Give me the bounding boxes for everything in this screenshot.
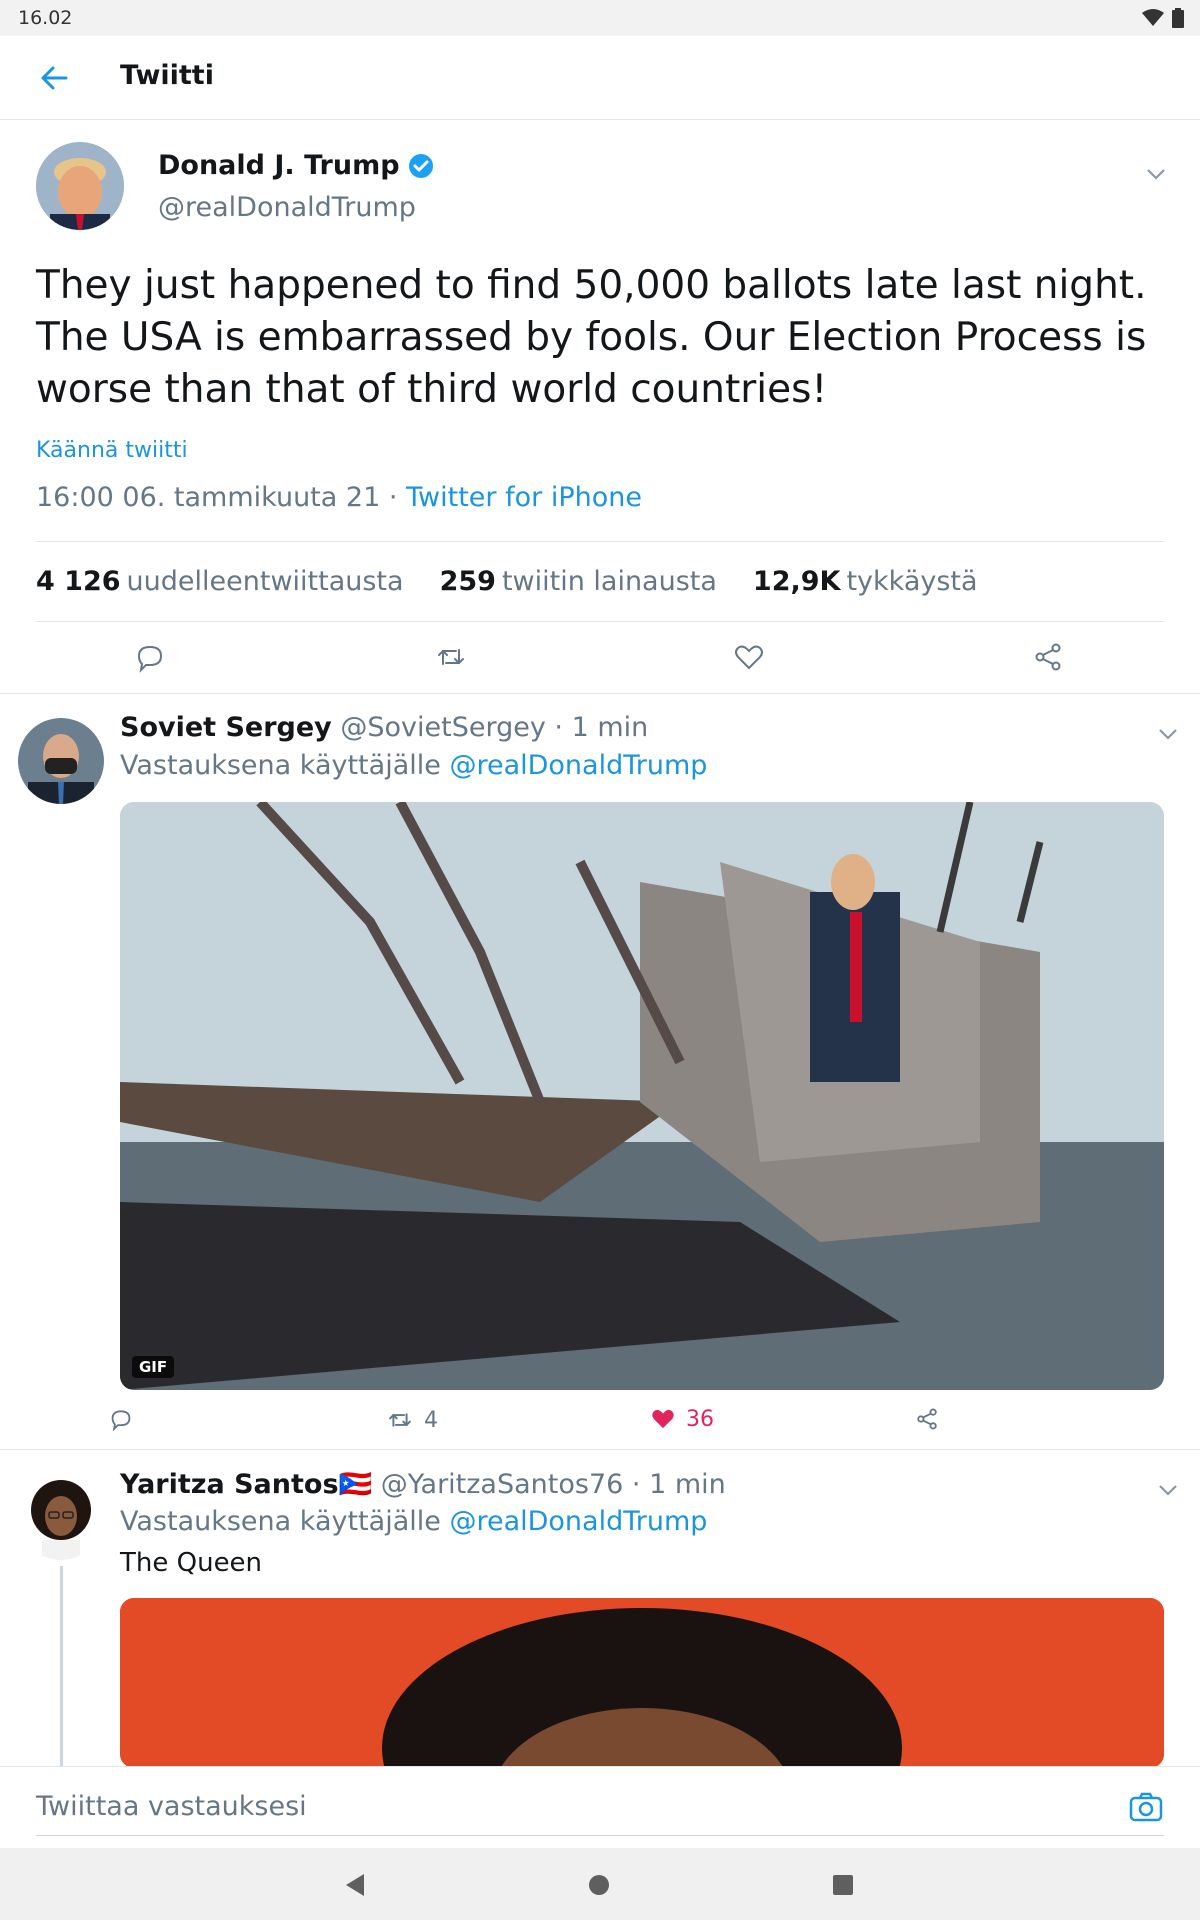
like-icon[interactable] (732, 640, 766, 674)
retweet-action[interactable]: 4 (386, 1406, 438, 1434)
nav-home-icon[interactable] (582, 1868, 616, 1902)
gif-media[interactable]: GIF (120, 802, 1164, 1390)
like-filled-icon (652, 1409, 674, 1429)
status-icons (1142, 8, 1184, 28)
main-tweet-actions (0, 640, 1200, 682)
reply-text: The Queen (120, 1548, 263, 1578)
reply-time: · 1 min (631, 1469, 726, 1500)
like-action[interactable]: 36 (650, 1406, 714, 1432)
wifi-icon (1142, 9, 1164, 26)
share-icon[interactable] (1031, 640, 1065, 674)
author-row: Donald J. Trump (158, 150, 434, 181)
tweet-stats: 4 126 uudelleentwiittausta 259 twiitin lai… (36, 566, 978, 597)
reply-composer[interactable]: Twiittaa vastauksesi (0, 1766, 1200, 1848)
status-bar: 16.02 (0, 0, 1200, 36)
retweets-stat[interactable]: 4 126 uudelleentwiittausta (36, 566, 404, 597)
quotes-count: 259 (439, 566, 496, 597)
gif-badge: GIF (132, 1356, 175, 1378)
divider (36, 621, 1164, 622)
status-time: 16.02 (18, 7, 73, 29)
nav-recents-icon[interactable] (826, 1868, 860, 1902)
battery-icon (1172, 8, 1184, 28)
chevron-down-icon[interactable] (1156, 722, 1180, 746)
share-action[interactable] (914, 1406, 940, 1432)
author-name[interactable]: Donald J. Trump (158, 150, 400, 181)
reply-author-handle[interactable]: @YaritzaSantos76 (381, 1469, 624, 1500)
reply-author-name[interactable]: Yaritza Santos (120, 1469, 339, 1500)
thread-line (60, 1566, 63, 1766)
mention-link[interactable]: @realDonaldTrump (449, 1506, 707, 1537)
reply-author-handle[interactable]: @SovietSergey (340, 712, 545, 743)
reply-header: Yaritza Santos🇵🇷 @YaritzaSantos76 · 1 mi… (120, 1468, 726, 1500)
reply-actions: 4 36 (111, 1406, 1164, 1442)
reply-tweet[interactable]: Yaritza Santos🇵🇷 @YaritzaSantos76 · 1 mi… (0, 1450, 1200, 1768)
meta-separator: · (388, 482, 398, 513)
author-handle[interactable]: @realDonaldTrump (158, 192, 416, 223)
tweet-text: They just happened to find 50,000 ballot… (36, 263, 1147, 412)
reply-action[interactable] (108, 1406, 134, 1432)
likes-stat[interactable]: 12,9K tykkäystä (753, 566, 978, 597)
flag-emoji: 🇵🇷 (338, 1469, 373, 1500)
quotes-label: twiitin lainausta (501, 566, 717, 597)
divider (36, 541, 1164, 542)
replying-prefix: Vastauksena käyttäjälle (120, 750, 441, 781)
translate-link[interactable]: Käännä twiitti (36, 438, 188, 463)
mention-link[interactable]: @realDonaldTrump (449, 750, 707, 781)
chevron-down-icon[interactable] (1156, 1478, 1180, 1502)
retweet-icon[interactable] (434, 640, 468, 674)
reply-icon[interactable] (133, 640, 167, 674)
share-icon (917, 1408, 937, 1430)
verified-icon (408, 153, 433, 178)
avatar[interactable] (18, 1474, 104, 1560)
retweets-count: 4 126 (36, 566, 121, 597)
likes-label: tykkäystä (846, 566, 978, 597)
tweet-timestamp: 16:00 06. tammikuuta 21 (36, 482, 381, 513)
quotes-stat[interactable]: 259 twiitin lainausta (440, 566, 717, 597)
likes-count: 12,9K (752, 566, 841, 597)
nav-back-icon[interactable] (338, 1868, 372, 1902)
image-media[interactable] (120, 1598, 1164, 1768)
reply-icon (111, 1410, 131, 1432)
replying-prefix: Vastauksena käyttäjälle (120, 1506, 441, 1537)
retweet-icon (389, 1413, 411, 1427)
tweet-meta: 16:00 06. tammikuuta 21 · Twitter for iP… (36, 482, 642, 513)
like-count: 36 (686, 1406, 714, 1432)
system-nav-bar (0, 1848, 1200, 1920)
back-arrow-icon[interactable] (36, 60, 72, 96)
app-bar: Twiitti (0, 36, 1200, 120)
reply-tweet[interactable]: Soviet Sergey @SovietSergey · 1 min Vast… (0, 694, 1200, 1450)
camera-icon[interactable] (1128, 1789, 1164, 1825)
reply-author-name[interactable]: Soviet Sergey (120, 712, 332, 743)
retweets-label: uudelleentwiittausta (126, 566, 404, 597)
input-underline (36, 1835, 1164, 1836)
main-tweet: Donald J. Trump @realDonaldTrump They ju… (0, 120, 1200, 694)
reply-time: · 1 min (554, 712, 649, 743)
reply-input[interactable]: Twiittaa vastauksesi (36, 1791, 307, 1822)
tweet-source[interactable]: Twitter for iPhone (406, 482, 642, 513)
replying-to: Vastauksena käyttäjälle @realDonaldTrump (120, 1506, 707, 1537)
avatar[interactable] (18, 718, 104, 804)
reply-header: Soviet Sergey @SovietSergey · 1 min (120, 712, 648, 743)
chevron-down-icon[interactable] (1144, 162, 1168, 186)
avatar[interactable] (36, 142, 124, 230)
replying-to: Vastauksena käyttäjälle @realDonaldTrump (120, 750, 707, 781)
page-title: Twiitti (120, 60, 214, 91)
retweet-count: 4 (424, 1407, 438, 1433)
